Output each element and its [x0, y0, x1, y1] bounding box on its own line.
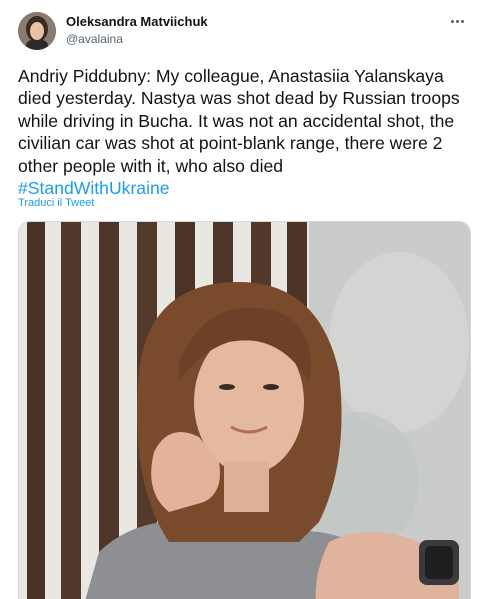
more-horizontal-icon[interactable]	[446, 12, 468, 30]
translate-tweet-link[interactable]: Traduci il Tweet	[18, 197, 94, 209]
author-handle[interactable]: @avalaina	[66, 32, 123, 46]
tweet-card: Oleksandra Matviichuk @avalaina Andriy P…	[0, 0, 478, 599]
photo-image	[19, 222, 470, 599]
tweet-photo[interactable]	[18, 221, 471, 599]
author-name[interactable]: Oleksandra Matviichuk	[66, 14, 208, 29]
tweet-body: Andriy Piddubny: My colleague, Anastasii…	[18, 66, 460, 176]
tweet-text: Andriy Piddubny: My colleague, Anastasii…	[18, 65, 468, 199]
avatar-image	[18, 12, 56, 50]
hashtag-link[interactable]: #StandWithUkraine	[18, 178, 170, 198]
avatar[interactable]	[18, 12, 56, 50]
